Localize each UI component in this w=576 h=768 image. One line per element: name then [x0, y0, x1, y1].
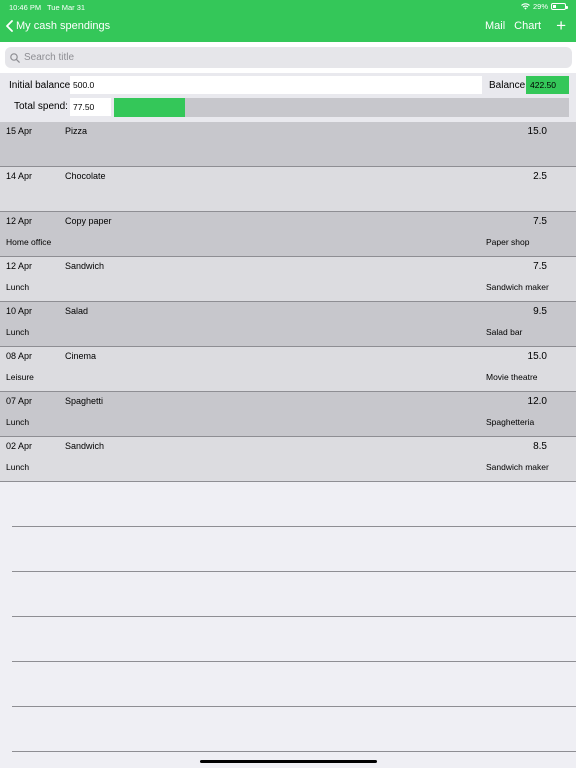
entry-amount: 8.5	[533, 441, 547, 452]
entry-amount: 15.0	[527, 351, 547, 362]
status-time: 10:46 PM	[9, 3, 42, 12]
entry-category: Lunch	[6, 282, 30, 292]
entry-shop: Sandwich maker	[486, 462, 549, 472]
spending-list: 15 Apr Pizza 15.0 14 Apr Chocolate 2.5 12 Apr C…	[0, 122, 576, 482]
entry-category: Lunch	[6, 462, 30, 472]
home-indicator	[200, 760, 377, 763]
entry-shop: Salad bar	[486, 327, 523, 337]
entry-shop: Movie theatre	[486, 372, 538, 382]
entry-amount: 2.5	[533, 171, 547, 182]
entry-date: 12 Apr	[6, 261, 33, 271]
status-right: 29%	[521, 2, 568, 11]
entry-date: 08 Apr	[6, 351, 33, 361]
search-icon	[10, 52, 20, 63]
balance-value: 422.50	[526, 76, 569, 94]
balance-label: Balance:	[489, 80, 528, 91]
entry-shop: Sandwich maker	[486, 282, 549, 292]
nav-actions: Mail Chart +	[476, 17, 566, 34]
entry-date: 10 Apr	[6, 306, 33, 316]
status-date: Tue Mar 31	[47, 3, 86, 12]
back-button-label: My cash spendings	[16, 20, 111, 32]
spending-row[interactable]: 08 Apr Cinema 15.0 Leisure Movie theatre	[0, 347, 576, 392]
spending-row[interactable]: 02 Apr Sandwich 8.5 Lunch Sandwich maker	[0, 437, 576, 482]
entry-date: 12 Apr	[6, 216, 33, 226]
total-spend-field	[70, 98, 111, 116]
entry-amount: 9.5	[533, 306, 547, 317]
empty-row-divider	[12, 706, 576, 707]
entry-title: Spaghetti	[65, 396, 104, 406]
battery-percent: 29%	[532, 2, 548, 11]
empty-row-divider	[12, 661, 576, 662]
empty-row-divider	[12, 616, 576, 617]
spending-row[interactable]: 14 Apr Chocolate 2.5	[0, 167, 576, 212]
spending-row[interactable]: 12 Apr Sandwich 7.5 Lunch Sandwich maker	[0, 257, 576, 302]
entry-title: Sandwich	[65, 441, 105, 451]
balance-panel: Initial balance: Balance: 422.50 Total s…	[0, 73, 576, 122]
entry-amount: 7.5	[533, 261, 547, 272]
search-input[interactable]	[24, 52, 564, 63]
entry-date: 14 Apr	[6, 171, 33, 181]
entry-category: Lunch	[6, 417, 30, 427]
add-button[interactable]: +	[556, 17, 566, 34]
back-button[interactable]: My cash spendings	[6, 20, 110, 32]
spending-row[interactable]: 10 Apr Salad 9.5 Lunch Salad bar	[0, 302, 576, 347]
spending-row[interactable]: 15 Apr Pizza 15.0	[0, 122, 576, 167]
wifi-icon	[521, 3, 530, 10]
entry-category: Home office	[6, 237, 52, 247]
nav-bar: 10:46 PM Tue Mar 31 29% My cash spending…	[0, 0, 576, 42]
entry-date: 02 Apr	[6, 441, 33, 451]
entry-category: Leisure	[6, 372, 34, 382]
entry-title: Chocolate	[65, 171, 106, 181]
entry-shop: Paper shop	[486, 237, 530, 247]
chevron-left-icon	[6, 20, 13, 32]
entry-date: 15 Apr	[6, 126, 33, 136]
mail-button[interactable]: Mail	[485, 20, 505, 32]
entry-category: Lunch	[6, 327, 30, 337]
entry-title: Cinema	[65, 351, 97, 361]
battery-icon	[551, 3, 568, 10]
empty-row-divider	[12, 526, 576, 527]
search-field[interactable]	[5, 47, 572, 68]
initial-balance-label: Initial balance:	[9, 80, 73, 91]
spending-row[interactable]: 07 Apr Spaghetti 12.0 Lunch Spaghetteria	[0, 392, 576, 437]
search-bar	[0, 42, 576, 73]
entry-title: Copy paper	[65, 216, 112, 226]
entry-amount: 12.0	[527, 396, 547, 407]
empty-row-divider	[12, 751, 576, 752]
entry-amount: 7.5	[533, 216, 547, 227]
entry-shop: Spaghetteria	[486, 417, 535, 427]
spend-progress-bar	[114, 98, 569, 117]
initial-balance-input[interactable]	[70, 76, 482, 94]
total-spend-label: Total spend:	[14, 101, 68, 112]
entry-amount: 15.0	[527, 126, 547, 137]
chart-button[interactable]: Chart	[514, 20, 541, 32]
entry-title: Pizza	[65, 126, 88, 136]
status-bar: 10:46 PM Tue Mar 31 29%	[0, 0, 576, 14]
entry-date: 07 Apr	[6, 396, 33, 406]
spend-progress-fill	[114, 98, 185, 117]
entry-title: Sandwich	[65, 261, 105, 271]
spending-row[interactable]: 12 Apr Copy paper 7.5 Home office Paper shop	[0, 212, 576, 257]
empty-row-divider	[12, 571, 576, 572]
entry-title: Salad	[65, 306, 89, 316]
